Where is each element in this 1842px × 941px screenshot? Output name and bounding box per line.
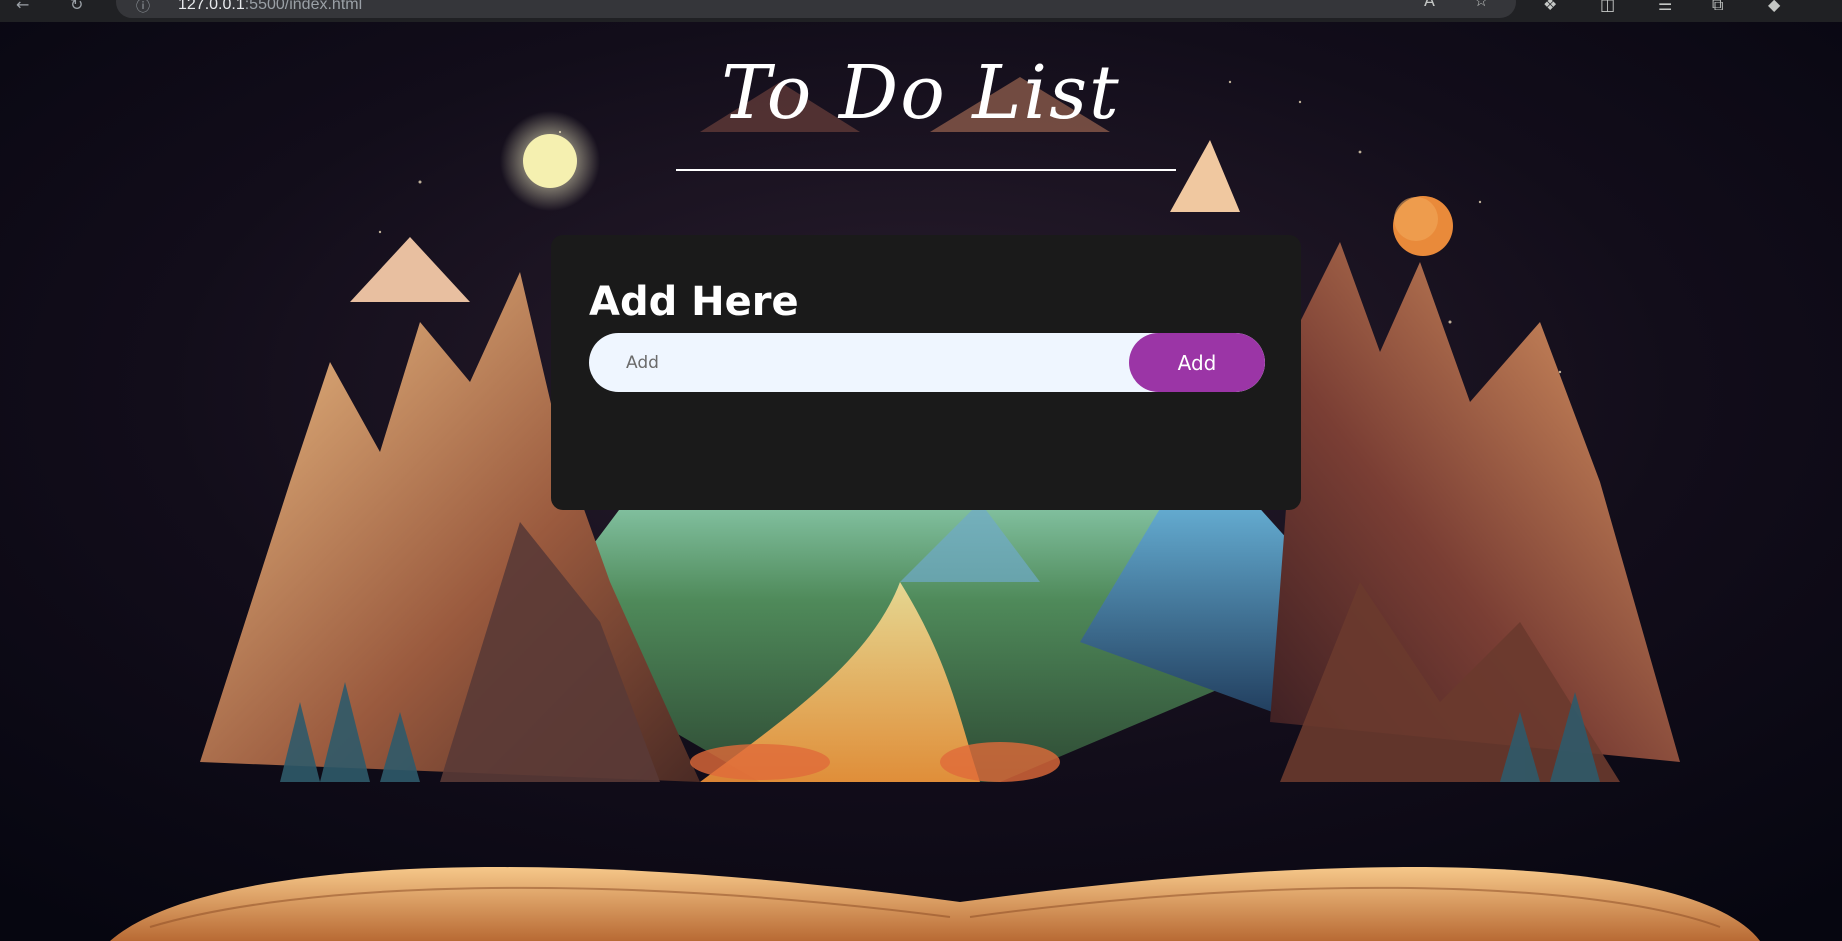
- favorite-star-icon[interactable]: ☆: [1474, 0, 1488, 10]
- add-button[interactable]: Add: [1129, 333, 1265, 392]
- info-icon[interactable]: ⓘ: [136, 0, 150, 16]
- split-screen-icon[interactable]: ◫: [1600, 0, 1615, 14]
- back-arrow-icon[interactable]: ←: [16, 0, 29, 16]
- address-bar[interactable]: ⓘ 127.0.0.1:5500/index.html A ☆: [116, 0, 1516, 18]
- todo-input[interactable]: [589, 333, 1129, 392]
- title-underline: [676, 169, 1176, 171]
- copilot-icon[interactable]: ◆: [1768, 0, 1780, 14]
- page-title: To Do List: [721, 50, 1121, 136]
- url-text[interactable]: 127.0.0.1:5500/index.html: [178, 0, 362, 14]
- add-row: Add: [589, 333, 1265, 392]
- card-heading: Add Here: [589, 279, 799, 325]
- reload-icon[interactable]: ↻: [70, 0, 83, 16]
- todo-card: Add Here Add: [551, 235, 1301, 510]
- favorites-list-icon[interactable]: ☰: [1658, 0, 1672, 14]
- collections-icon[interactable]: ⧉: [1712, 0, 1723, 15]
- browser-toolbar: ← ↻ ⓘ 127.0.0.1:5500/index.html A ☆ ❖ ◫ …: [0, 0, 1842, 22]
- page-background: To Do List Add Here Add: [0, 22, 1842, 941]
- extensions-icon[interactable]: ❖: [1543, 0, 1557, 14]
- url-path: :5500/index.html: [244, 0, 363, 13]
- url-host: 127.0.0.1: [178, 0, 245, 13]
- read-aloud-icon[interactable]: A: [1424, 0, 1435, 10]
